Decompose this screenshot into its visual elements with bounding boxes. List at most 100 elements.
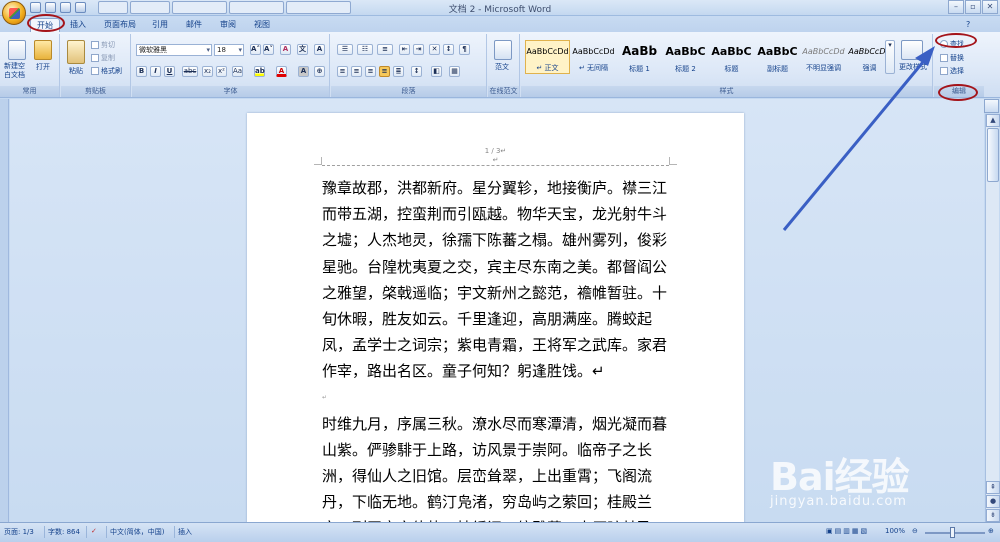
cut-button[interactable]: 剪切 — [91, 40, 115, 50]
status-page[interactable]: 页面: 1/3 — [4, 527, 34, 537]
group-clipboard: 粘贴 剪切 复制 格式刷 剪贴板 — [61, 34, 131, 97]
chinese-layout-icon[interactable]: ✕ — [429, 44, 440, 55]
align-right-icon[interactable]: ≡ — [365, 66, 376, 77]
tab-page-layout[interactable]: 页面布局 — [98, 18, 142, 32]
increase-indent-icon[interactable]: ⇥ — [413, 44, 424, 55]
header-divider — [322, 165, 669, 166]
strikethrough-button[interactable]: abc — [182, 66, 198, 77]
office-button[interactable] — [2, 1, 26, 25]
tab-references[interactable]: 引用 — [146, 18, 174, 32]
ribbon: 新建空 白文档 打开 常用 粘贴 剪切 复制 格式刷 剪贴板 微软雅黑 18 A… — [0, 32, 1000, 98]
shrink-font-button[interactable]: A˅ — [263, 44, 274, 55]
style-name: ↵ 无间隔 — [578, 64, 609, 72]
character-shading-button[interactable]: A — [298, 66, 309, 77]
style-item[interactable]: AaBb 标题 1 — [617, 40, 662, 74]
decrease-indent-icon[interactable]: ⇤ — [399, 44, 410, 55]
font-name-select[interactable]: 微软雅黑 — [136, 44, 212, 56]
baidu-watermark: Bai经验 jingyan.baidu.com — [770, 440, 990, 520]
change-styles-icon[interactable] — [901, 40, 923, 60]
style-item[interactable]: AaBbCcDd ↵ 无间隔 — [571, 40, 616, 74]
tab-view[interactable]: 视图 — [248, 18, 276, 32]
zoom-slider-knob[interactable] — [950, 527, 955, 538]
align-center-icon[interactable]: ≡ — [351, 66, 362, 77]
sort-icon[interactable]: ↕ — [443, 44, 454, 55]
style-name: 标题 1 — [629, 65, 650, 73]
underline-button[interactable]: U — [164, 66, 175, 77]
line-spacing-icon[interactable]: ↕ — [411, 66, 422, 77]
bullets-icon[interactable]: ☰ — [337, 44, 353, 55]
close-button[interactable]: ✕ — [982, 0, 998, 14]
open-folder-icon[interactable] — [34, 40, 52, 60]
subscript-button[interactable]: x₂ — [202, 66, 213, 77]
format-painter-button[interactable]: 格式刷 — [91, 66, 122, 76]
open-label[interactable]: 打开 — [36, 62, 50, 72]
style-item[interactable]: AaBbCcDd 不明显强调 — [801, 40, 846, 74]
restore-button[interactable]: ▫ — [965, 0, 981, 14]
superscript-button[interactable]: x² — [216, 66, 227, 77]
select-button[interactable]: 选择 — [940, 66, 964, 76]
zoom-level[interactable]: 100% — [885, 527, 905, 535]
group-font-label: 字体 — [132, 86, 329, 97]
help-icon[interactable]: ? — [960, 18, 990, 32]
tab-review[interactable]: 审阅 — [214, 18, 242, 32]
view-buttons[interactable]: ▣▤▥▦▧ — [826, 527, 869, 535]
highlight-color-icon[interactable]: ab — [254, 66, 265, 77]
document-page[interactable]: 1 / 3↵ ↵ 豫章故郡，洪都新府。星分翼轸，地接衡庐。襟三江而带五湖，控蛮荆… — [247, 113, 744, 522]
character-border-button[interactable]: A — [314, 44, 325, 55]
style-item[interactable]: AaBbC 标题 2 — [663, 40, 708, 74]
new-document-label[interactable]: 新建空 白文档 — [4, 62, 25, 80]
distributed-icon[interactable]: ≣ — [393, 66, 404, 77]
enclose-character-button[interactable]: ⊕ — [314, 66, 325, 77]
proofing-icon[interactable]: ✓ — [91, 527, 97, 535]
tab-insert[interactable]: 插入 — [64, 18, 92, 32]
view-ruler-button[interactable] — [984, 99, 999, 113]
status-separator — [174, 526, 175, 538]
paragraph-1[interactable]: 豫章故郡，洪都新府。星分翼轸，地接衡庐。襟三江而带五湖，控蛮荆而引瓯越。物华天宝… — [322, 175, 670, 385]
phonetic-guide-button[interactable]: 文 — [297, 44, 308, 55]
multilevel-list-icon[interactable]: ≡ — [377, 44, 393, 55]
borders-icon[interactable]: ▦ — [449, 66, 460, 77]
minimize-button[interactable]: – — [948, 0, 964, 14]
justify-icon[interactable]: ≡ — [379, 66, 390, 77]
document-body[interactable]: 豫章故郡，洪都新府。星分翼轸，地接衡庐。襟三江而带五湖，控蛮荆而引瓯越。物华天宝… — [322, 175, 670, 522]
copy-button[interactable]: 复制 — [91, 53, 115, 63]
zoom-out-icon[interactable]: ⊖ — [912, 527, 918, 535]
watermark-url: jingyan.baidu.com — [770, 494, 907, 509]
style-item[interactable]: AaBbCcDd ↵ 正文 — [525, 40, 570, 74]
template-label[interactable]: 范文 — [495, 62, 509, 72]
scroll-up-icon[interactable]: ▲ — [986, 114, 1000, 127]
cut-label: 剪切 — [101, 41, 115, 49]
scrollbar-thumb[interactable] — [987, 128, 999, 182]
bold-button[interactable]: B — [136, 66, 147, 77]
paste-label[interactable]: 粘贴 — [69, 66, 83, 76]
align-left-icon[interactable]: ≡ — [337, 66, 348, 77]
grow-font-button[interactable]: A˄ — [250, 44, 261, 55]
show-marks-icon[interactable]: ¶ — [459, 44, 470, 55]
new-document-icon[interactable] — [8, 40, 26, 60]
status-insert-mode[interactable]: 插入 — [178, 527, 192, 537]
status-language[interactable]: 中文(简体，中国) — [110, 527, 164, 537]
replace-button[interactable]: 替换 — [940, 53, 964, 63]
style-item[interactable]: AaBbC 副标题 — [755, 40, 800, 74]
margin-corner-mark — [314, 157, 322, 165]
template-icon[interactable] — [494, 40, 512, 60]
style-item[interactable]: AaBbC 标题 — [709, 40, 754, 74]
zoom-in-icon[interactable]: ⊕ — [988, 527, 994, 535]
numbering-icon[interactable]: ☷ — [357, 44, 373, 55]
font-size-select[interactable]: 18 — [214, 44, 244, 56]
font-color-button[interactable]: A — [276, 66, 287, 77]
empty-paragraph[interactable]: ↵ — [322, 385, 670, 411]
italic-button[interactable]: I — [150, 66, 161, 77]
annotation-circle-find — [935, 33, 977, 48]
clear-format-button[interactable]: A — [280, 44, 291, 55]
styles-scroll-icon[interactable]: ▾ — [885, 40, 895, 74]
change-styles-label[interactable]: 更改样式 — [899, 62, 927, 72]
paragraph-2[interactable]: 时维九月，序属三秋。潦水尽而寒潭清，烟光凝而暮山紫。俨骖騑于上路，访风景于崇阿。… — [322, 411, 670, 522]
zoom-slider-track[interactable] — [925, 532, 985, 534]
change-case-button[interactable]: Aa — [232, 66, 243, 77]
status-words[interactable]: 字数: 864 — [48, 527, 80, 537]
tab-mailings[interactable]: 邮件 — [180, 18, 208, 32]
group-paragraph: ☰ ☷ ≡ ⇤ ⇥ ✕ ↕ ¶ ≡ ≡ ≡ ≡ ≣ ↕ ◧ ▦ 段落 — [331, 34, 487, 97]
shading-icon[interactable]: ◧ — [431, 66, 442, 77]
paste-icon[interactable] — [67, 40, 85, 64]
